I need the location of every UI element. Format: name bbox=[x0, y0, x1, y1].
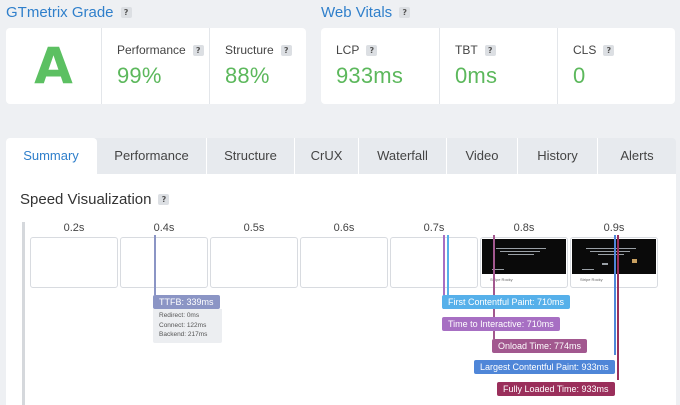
help-icon[interactable]: ? bbox=[603, 44, 615, 56]
web-vitals-heading: Web Vitals ? bbox=[321, 4, 411, 21]
help-icon[interactable]: ? bbox=[484, 44, 496, 56]
filmstrip-frame[interactable] bbox=[300, 237, 388, 288]
lcp-metric: LCP? 933ms bbox=[321, 28, 439, 104]
time-label: 0.2s bbox=[63, 222, 85, 234]
page-screenshot bbox=[482, 239, 566, 274]
onload-time-marker[interactable]: Onload Time: 774ms bbox=[492, 339, 588, 353]
fully-loaded-time-line bbox=[617, 235, 619, 380]
filmstrip-caption: Stripe Rocky bbox=[490, 277, 513, 282]
performance-value: 99% bbox=[117, 63, 162, 88]
time-label: 0.8s bbox=[513, 222, 535, 234]
tbt-metric: TBT? 0ms bbox=[439, 28, 557, 104]
time-label: 0.9s bbox=[603, 222, 625, 234]
tab-video[interactable]: Video bbox=[447, 138, 518, 174]
backend-time: Backend: 217ms bbox=[159, 331, 208, 338]
report-tabs: Summary Performance Structure CrUX Water… bbox=[6, 138, 676, 174]
timeline-axis: 0.2s 0.4s 0.5s 0.6s 0.7s 0.8s 0.9s bbox=[22, 222, 662, 235]
tbt-value: 0ms bbox=[455, 63, 498, 88]
filmstrip-frame[interactable] bbox=[120, 237, 208, 288]
help-icon[interactable]: ? bbox=[366, 44, 378, 56]
cls-metric: CLS? 0 bbox=[557, 28, 675, 104]
tab-history[interactable]: History bbox=[518, 138, 598, 174]
performance-metric: Performance? 99% bbox=[101, 28, 209, 104]
tab-structure[interactable]: Structure bbox=[207, 138, 295, 174]
tab-performance[interactable]: Performance bbox=[97, 138, 207, 174]
time-label: 0.5s bbox=[243, 222, 265, 234]
gtmetrix-grade-card: A Performance? 99% Structure? 88% bbox=[6, 28, 306, 104]
grade-letter: A bbox=[34, 37, 73, 95]
grade-badge: A bbox=[6, 28, 101, 104]
fully-loaded-time-marker[interactable]: Fully Loaded Time: 933ms bbox=[497, 382, 615, 396]
redirect-time: Redirect: 0ms bbox=[159, 312, 200, 319]
tab-summary[interactable]: Summary bbox=[6, 138, 97, 174]
lcp-value: 933ms bbox=[336, 63, 404, 88]
help-icon[interactable]: ? bbox=[192, 44, 204, 56]
cls-value: 0 bbox=[573, 63, 586, 88]
tab-waterfall[interactable]: Waterfall bbox=[359, 138, 447, 174]
largest-contentful-paint-marker[interactable]: Largest Contentful Paint: 933ms bbox=[474, 360, 615, 374]
connect-time: Connect: 122ms bbox=[159, 321, 207, 329]
help-icon[interactable]: ? bbox=[399, 7, 411, 18]
first-contentful-paint-marker[interactable]: First Contentful Paint: 710ms bbox=[442, 295, 571, 309]
time-label: 0.7s bbox=[423, 222, 445, 234]
filmstrip-frame[interactable] bbox=[390, 237, 478, 288]
time-label: 0.4s bbox=[153, 222, 175, 234]
ttfb-line bbox=[154, 235, 156, 295]
help-icon[interactable]: ? bbox=[158, 194, 170, 205]
structure-value: 88% bbox=[225, 63, 270, 88]
structure-metric: Structure? 88% bbox=[209, 28, 306, 104]
tab-crux[interactable]: CrUX bbox=[295, 138, 359, 174]
help-icon[interactable]: ? bbox=[120, 7, 132, 18]
filmstrip-frame[interactable] bbox=[210, 237, 298, 288]
tab-alerts[interactable]: Alerts bbox=[598, 138, 676, 174]
gtmetrix-grade-heading: GTmetrix Grade ? bbox=[6, 4, 132, 21]
timeline-start-bar bbox=[22, 222, 25, 405]
speed-visualization: 0.2s 0.4s 0.5s 0.6s 0.7s 0.8s 0.9s Strip… bbox=[22, 222, 662, 405]
time-to-interactive-marker[interactable]: Time to Interactive: 710ms bbox=[442, 317, 560, 331]
largest-contentful-paint-line bbox=[614, 235, 616, 355]
first-contentful-paint-line bbox=[447, 235, 449, 295]
filmstrip-frame[interactable] bbox=[30, 237, 118, 288]
help-icon[interactable]: ? bbox=[280, 44, 292, 56]
ttfb-marker[interactable]: TTFB: 339ms bbox=[153, 295, 220, 309]
time-label: 0.6s bbox=[333, 222, 355, 234]
ttfb-breakdown: Redirect: 0ms Connect: 122ms Backend: 21… bbox=[153, 309, 222, 343]
speed-visualization-heading: Speed Visualization ? bbox=[20, 191, 170, 208]
web-vitals-card: LCP? 933ms TBT? 0ms CLS? 0 bbox=[321, 28, 675, 104]
